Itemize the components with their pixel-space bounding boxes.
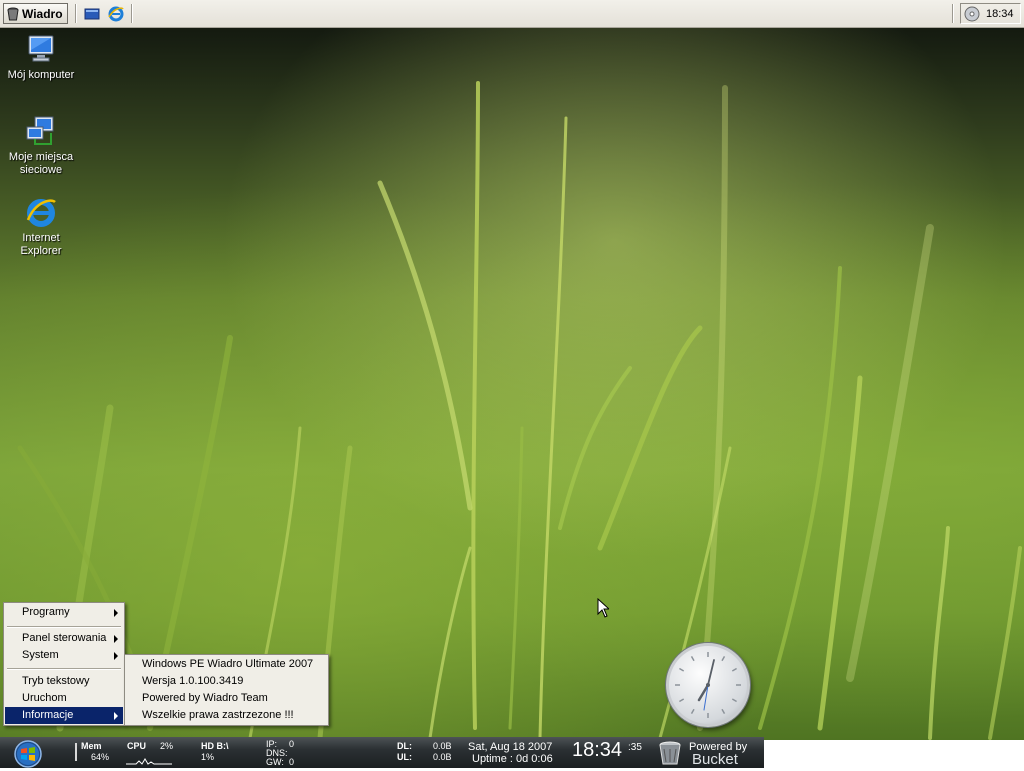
cpu-value: 2% [160,741,174,751]
mem-label: Mem [81,741,102,751]
gw-value: 0 [289,757,295,767]
desktop-icon-label: Moje miejsca sieciowe [8,151,74,176]
clock-seconds: :35 [628,742,642,753]
desktop-icon-label: Mój komputer [7,69,75,81]
start-menu: Programy Panel sterowania System Tryb te… [3,602,125,726]
menu-item-programy[interactable]: Programy [5,604,123,621]
ul-label: UL: [397,752,412,762]
start-orb-button[interactable] [6,738,51,768]
cpu-graph [126,758,172,765]
cpu-label: CPU [127,741,147,751]
cd-drive-icon[interactable] [964,6,980,22]
show-desktop-icon[interactable] [84,6,100,22]
submenu-arrow-icon [114,609,118,617]
bucket-logo-icon [659,740,681,766]
bottom-status-bar [0,737,764,768]
menu-item-label: Informacje [22,709,74,721]
date-display: Sat, Aug 18 2007 [468,741,553,753]
submenu-arrow-icon [114,652,118,660]
network-places-icon [25,115,57,147]
top-taskbar: Wiadro 18:34 [0,0,1024,28]
submenu-item-copyright[interactable]: Wszelkie prawa zastrzezone !!! [126,707,294,724]
menu-item-label: System [22,649,59,661]
menu-item-label: Programy [22,606,70,618]
desktop-icon-internet-explorer[interactable]: Internet Explorer [1,196,81,258]
dl-label: DL: [397,741,412,751]
toolbar-separator [131,4,133,23]
toolbar-separator [75,4,77,23]
ul-value: 0.0B [433,752,452,762]
submenu-item-product-name[interactable]: Windows PE Wiadro Ultimate 2007 [126,656,313,673]
ip-value: 0 [289,739,295,749]
status-separator [75,743,77,761]
menu-item-panel-sterowania[interactable]: Panel sterowania [5,630,123,647]
informacje-submenu: Windows PE Wiadro Ultimate 2007 Wersja 1… [124,654,329,726]
dl-value: 0.0B [433,741,452,751]
desktop-icon-label: Internet Explorer [20,232,62,257]
hd-label: HD B:\ [201,741,229,751]
submenu-arrow-icon [114,712,118,720]
digital-clock: 18:34 [572,739,623,761]
mem-value: 64% [91,752,110,762]
start-button-label: Wiadro [22,6,63,21]
menu-item-informacje[interactable]: Informacje [5,707,123,724]
hd-value: 1% [201,752,215,762]
tray-clock[interactable]: 18:34 [986,8,1014,20]
grass-wallpaper-art [17,81,1022,740]
menu-item-label: Uruchom [22,692,67,704]
menu-separator [7,668,121,670]
submenu-arrow-icon [114,635,118,643]
menu-item-uruchom[interactable]: Uruchom [5,690,123,707]
menu-item-tryb-tekstowy[interactable]: Tryb tekstowy [5,673,123,690]
analog-clock-gadget[interactable] [666,643,750,727]
desktop-icon-my-computer[interactable]: Mój komputer [1,33,81,82]
menu-item-system[interactable]: System [5,647,123,664]
menu-separator [7,626,121,628]
windows-logo-icon [14,740,42,768]
tray-separator [952,4,954,23]
internet-explorer-quicklaunch-icon[interactable] [108,6,124,22]
desktop-icon-network-places[interactable]: Moje miejsca sieciowe [1,115,81,177]
desktop-wallpaper[interactable] [0,28,1024,740]
gw-label: GW: [266,757,284,767]
start-button[interactable]: Wiadro [3,3,68,24]
internet-explorer-icon [25,196,57,228]
submenu-item-version[interactable]: Wersja 1.0.100.3419 [126,673,243,690]
computer-icon [25,33,57,65]
menu-item-label: Panel sterowania [22,632,107,644]
menu-item-label: Tryb tekstowy [22,675,90,687]
uptime-display: Uptime : 0d 0:06 [472,753,553,765]
submenu-item-powered-by[interactable]: Powered by Wiadro Team [126,690,268,707]
bucket-brand: Bucket [692,751,738,768]
mouse-cursor-icon [597,598,609,618]
system-tray: 18:34 [960,3,1021,24]
bucket-icon [7,7,19,21]
